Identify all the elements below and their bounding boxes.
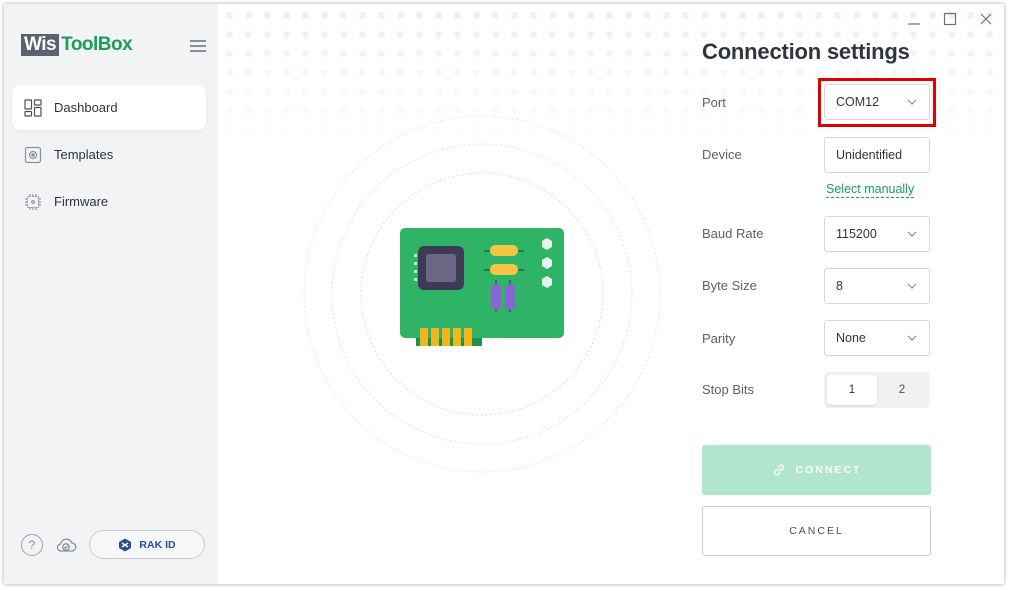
sidebar-item-label: Firmware [54,194,109,209]
parity-select[interactable]: None [824,320,930,356]
parity-label: Parity [702,331,736,346]
dashboard-icon [24,98,42,117]
maximize-icon[interactable] [943,12,957,26]
stop-bits-option-1[interactable]: 1 [827,375,877,405]
port-highlight-box [818,78,936,127]
connect-label: CONNECT [795,464,862,476]
cancel-label: CANCEL [789,525,844,537]
rak-id-button[interactable]: RAK ID [89,530,205,559]
rak-logo-icon [118,538,132,552]
sidebar-nav: Dashboard Templates Firmware [12,85,206,226]
rak-id-label: RAK ID [139,538,176,551]
chevron-down-icon [907,283,917,289]
byte-size-value: 8 [836,279,843,293]
menu-toggle-icon[interactable] [190,40,206,52]
stop-bits-label: Stop Bits [702,382,755,397]
sidebar-footer: ? RAK ID [21,530,205,559]
sidebar-item-label: Templates [54,147,114,162]
sidebar-item-firmware[interactable]: Firmware [12,179,206,224]
select-manually-link[interactable]: Select manually [826,182,915,198]
baud-rate-value: 115200 [836,227,877,241]
chevron-down-icon [907,231,917,237]
device-label: Device [702,147,742,162]
stop-bits-toggle: 1 2 [824,372,930,408]
app-window: Wis ToolBox Dashboard Templates Firmware… [4,4,1004,584]
device-value: Unidentified [836,148,903,162]
sidebar-item-label: Dashboard [54,100,118,115]
main-area: Connection settings Port COM12 Device Un… [218,4,1004,584]
connect-button[interactable]: CONNECT [702,445,931,495]
minimize-icon[interactable] [907,12,921,26]
byte-size-select[interactable]: 8 [824,268,930,304]
byte-size-label: Byte Size [702,278,757,293]
app-logo: Wis ToolBox [21,34,133,56]
baud-rate-label: Baud Rate [702,226,764,241]
cancel-button[interactable]: CANCEL [702,506,931,556]
cloud-sync-icon[interactable] [54,534,78,556]
port-label: Port [702,95,726,110]
device-board-illustration [303,115,661,473]
sidebar-item-templates[interactable]: Templates [12,132,206,177]
link-icon [772,463,786,477]
chevron-down-icon [907,335,917,341]
baud-rate-select[interactable]: 115200 [824,216,930,252]
stop-bits-option-2[interactable]: 2 [877,375,927,405]
close-icon[interactable] [979,12,993,26]
chip-icon [24,193,42,211]
sidebar: Wis ToolBox Dashboard Templates Firmware… [4,4,218,584]
logo-wis: Wis [21,34,60,56]
templates-icon [24,146,42,164]
panel-title: Connection settings [702,39,910,64]
help-icon[interactable]: ? [21,533,43,556]
device-field: Unidentified [824,137,930,173]
sidebar-item-dashboard[interactable]: Dashboard [12,85,206,130]
parity-value: None [836,331,866,345]
logo-toolbox: ToolBox [61,34,133,55]
